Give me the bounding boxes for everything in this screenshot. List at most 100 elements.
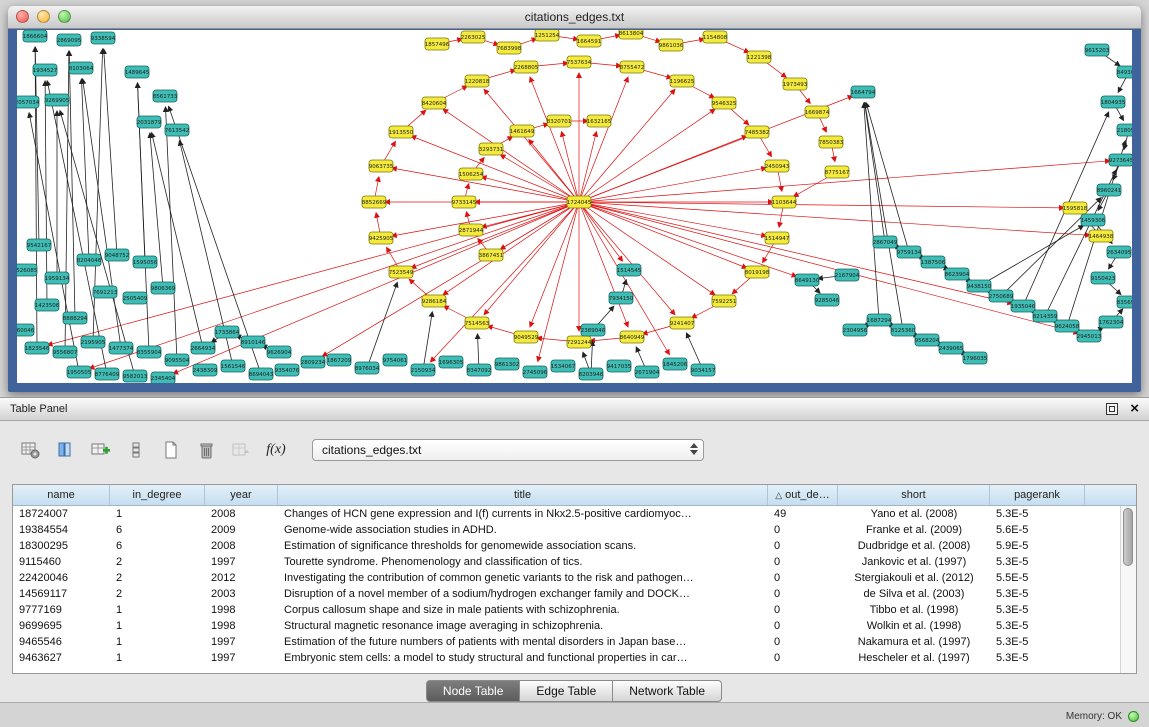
graph-node[interactable]: 1632165 (587, 115, 612, 127)
column-header-in_degree[interactable]: in_degree (110, 485, 205, 505)
graph-node[interactable]: 9285046 (815, 294, 840, 306)
import-table-button[interactable] (228, 437, 254, 463)
graph-node[interactable]: 8649130 (795, 274, 820, 286)
graph-node[interactable]: 9546325 (712, 97, 737, 109)
graph-node[interactable]: 2871944 (459, 224, 484, 236)
graph-node[interactable]: 7485382 (745, 126, 770, 138)
graph-node[interactable]: 9626904 (267, 346, 292, 358)
graph-node[interactable]: 8320701 (547, 115, 572, 127)
network-canvas-area[interactable]: 1724045110364415149478019198759225192414… (17, 30, 1132, 383)
tab-node-table[interactable]: Node Table (426, 680, 521, 702)
graph-node[interactable]: 2438309 (193, 364, 218, 376)
graph-node[interactable]: 1867209 (327, 354, 352, 366)
graph-node[interactable]: 1103644 (772, 196, 797, 208)
delete-table-button[interactable] (193, 437, 219, 463)
graph-node[interactable]: 9241407 (670, 317, 695, 329)
table-row[interactable]: 969969511998Structural magnetic resonanc… (13, 618, 1136, 634)
graph-node[interactable]: 1514545 (617, 264, 642, 276)
graph-node[interactable]: 8493056 (1117, 66, 1132, 78)
graph-node[interactable]: 7592251 (712, 295, 737, 307)
graph-node[interactable]: 2869095 (57, 34, 82, 46)
graph-node[interactable]: 8640949 (620, 331, 645, 343)
graph-node[interactable]: 8852669 (362, 196, 387, 208)
graph-node[interactable]: 1664794 (851, 86, 876, 98)
graph-node[interactable]: 9269905 (45, 94, 70, 106)
table-row[interactable]: 2242004622012Investigating the contribut… (13, 570, 1136, 586)
graph-node[interactable]: 2304956 (843, 324, 868, 336)
tab-network-table[interactable]: Network Table (612, 680, 722, 702)
close-window-button[interactable] (16, 10, 29, 23)
select-columns-button[interactable] (53, 437, 79, 463)
table-row[interactable]: 911546021997Tourette syndrome. Phenomeno… (13, 554, 1136, 570)
graph-node[interactable]: 8125360 (891, 324, 916, 336)
graph-node[interactable]: 2750689 (989, 290, 1014, 302)
graph-node[interactable]: 8103064 (69, 62, 94, 74)
graph-node[interactable]: 9338594 (91, 32, 116, 44)
graph-node[interactable]: 1687294 (867, 314, 892, 326)
graph-node[interactable]: 8204046 (77, 254, 102, 266)
graph-node[interactable]: 8347092 (467, 364, 492, 376)
graph-node[interactable]: 7683998 (497, 42, 522, 54)
column-header-year[interactable]: year (205, 485, 278, 505)
graph-node[interactable]: 2439065 (939, 342, 964, 354)
graph-node[interactable]: 8623904 (945, 268, 970, 280)
graph-node[interactable]: 7291244 (567, 336, 592, 348)
graph-node[interactable]: 8960241 (1097, 184, 1122, 196)
graph-node[interactable]: 8776409 (95, 368, 120, 380)
table-vertical-scrollbar[interactable] (1120, 506, 1136, 673)
graph-node[interactable]: 2809234 (301, 356, 326, 368)
graph-node[interactable]: 2031879 (137, 116, 162, 128)
graph-node[interactable]: 8755472 (620, 61, 645, 73)
column-header-short[interactable]: short (838, 485, 990, 505)
graph-node[interactable]: 1935046 (1011, 300, 1036, 312)
graph-node[interactable]: 9438150 (967, 280, 992, 292)
graph-node[interactable]: 2167904 (835, 269, 860, 281)
graph-node[interactable]: 9095504 (165, 354, 190, 366)
graph-node[interactable]: 1489645 (125, 66, 150, 78)
graph-node[interactable]: 9286184 (422, 295, 447, 307)
graph-node[interactable]: 1866604 (23, 30, 48, 42)
table-row[interactable]: 1456911722003Disruption of a novel membe… (13, 586, 1136, 602)
graph-node[interactable]: 1913550 (389, 126, 414, 138)
graph-node[interactable]: 9806369 (151, 282, 176, 294)
graph-node[interactable]: 9733145 (452, 196, 477, 208)
tab-edge-table[interactable]: Edge Table (519, 680, 613, 702)
graph-node[interactable]: 1534067 (551, 360, 576, 372)
graph-node[interactable]: 8976034 (355, 362, 380, 374)
new-column-button[interactable] (88, 437, 114, 463)
graph-node[interactable]: 8910146 (241, 336, 266, 348)
scrollbar-thumb[interactable] (1123, 508, 1133, 566)
graph-node[interactable]: 9568204 (915, 334, 940, 346)
graph-node[interactable]: 2345404 (151, 372, 176, 383)
graph-node[interactable]: 9048752 (105, 249, 130, 261)
graph-node[interactable]: 9754061 (383, 354, 408, 366)
graph-node[interactable]: 1220818 (465, 75, 490, 87)
graph-node[interactable]: 1804935 (1101, 96, 1126, 108)
graph-node[interactable]: 1561546 (221, 360, 246, 372)
table-row[interactable]: 946554611997Estimation of the future num… (13, 634, 1136, 650)
graph-node[interactable]: 9049529 (514, 331, 539, 343)
graph-node[interactable]: 1664591 (577, 35, 602, 47)
column-header-title[interactable]: title (278, 485, 768, 505)
network-canvas[interactable]: 1724045110364415149478019198759225192414… (17, 30, 1132, 383)
graph-node[interactable]: 9624058 (1055, 320, 1080, 332)
graph-node[interactable]: 1514947 (765, 232, 790, 244)
table-select-dropdown[interactable]: citations_edges.txt (312, 439, 704, 461)
graph-node[interactable]: 1196625 (670, 75, 695, 87)
graph-node[interactable]: 8694043 (249, 368, 274, 380)
graph-node[interactable]: 3867451 (479, 249, 504, 261)
graph-node[interactable]: 9556807 (53, 346, 78, 358)
close-panel-icon[interactable]: × (1130, 403, 1139, 415)
graph-node[interactable]: 8203946 (579, 368, 604, 380)
graph-node[interactable]: 9150423 (1091, 272, 1116, 284)
graph-node[interactable]: 2389046 (581, 324, 606, 336)
table-row[interactable]: 977716911998Corpus callosum shape and si… (13, 602, 1136, 618)
graph-node[interactable]: 9273645 (1109, 154, 1132, 166)
table-row[interactable]: 1938455462009Genome-wide association stu… (13, 522, 1136, 538)
graph-node[interactable]: 1154808 (703, 31, 728, 43)
graph-node[interactable]: 1251254 (535, 30, 560, 41)
graph-node[interactable]: 2526085 (17, 264, 38, 276)
graph-node[interactable]: 1934527 (33, 64, 58, 76)
graph-node[interactable]: 1950505 (67, 366, 92, 378)
graph-node[interactable]: 1959134 (45, 272, 70, 284)
